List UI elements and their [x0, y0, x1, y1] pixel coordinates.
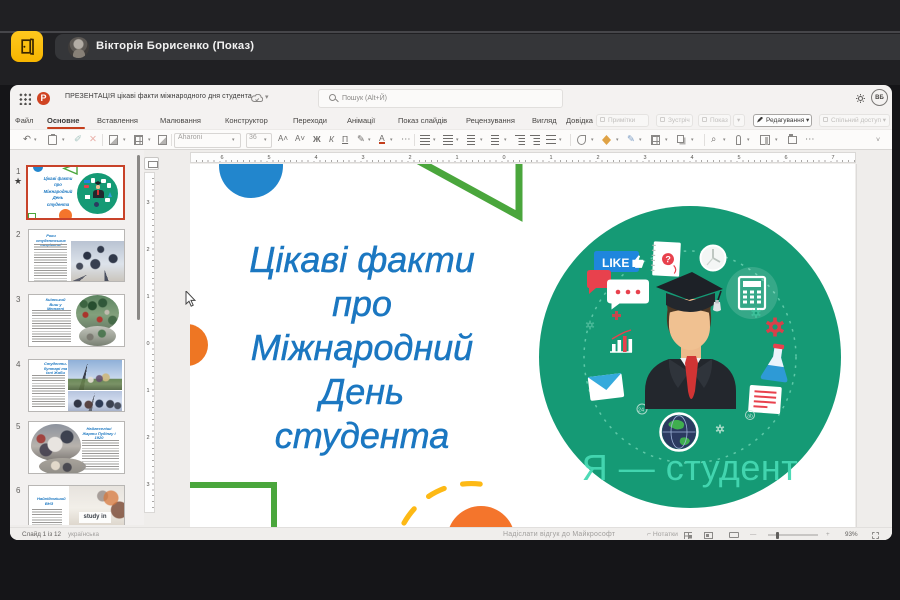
svg-text:Я — студент: Я — студент [582, 447, 799, 488]
svg-text:ab: ab [747, 414, 753, 420]
svg-text:?: ? [665, 254, 671, 264]
svg-text:24: 24 [638, 408, 644, 414]
svg-text:LIKE: LIKE [602, 256, 629, 270]
